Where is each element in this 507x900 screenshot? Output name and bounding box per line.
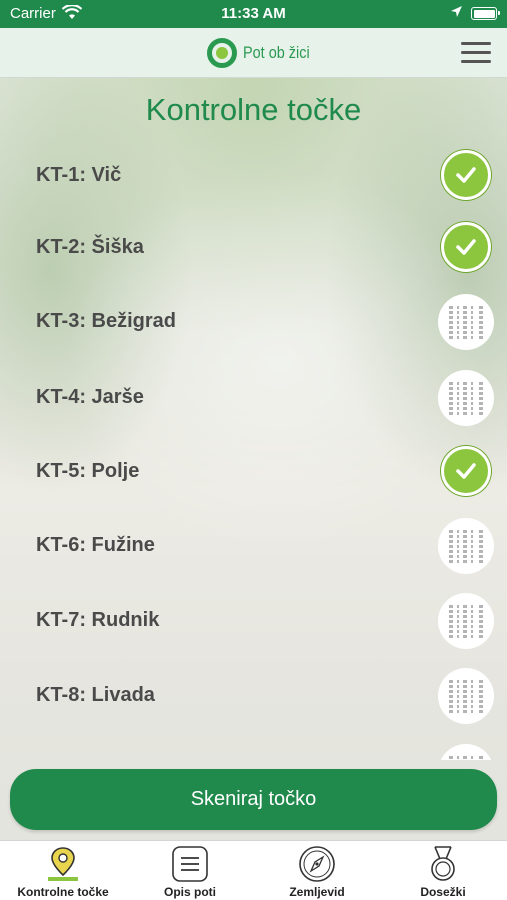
checkpoint-label: KT-8: Livada [36, 684, 155, 706]
map-pin-icon [44, 845, 82, 883]
battery-icon [471, 7, 500, 20]
qr-code-icon [438, 744, 494, 760]
tab-label: Dosežki [420, 885, 466, 899]
app-logo: Pot ob žici [207, 37, 321, 69]
qr-code-icon [438, 294, 494, 350]
checkpoint-row[interactable]: KT-1: Vič [0, 140, 507, 210]
checkpoint-row[interactable]: KT-7: Rudnik [0, 585, 507, 655]
tab-label: Opis poti [164, 885, 216, 899]
hamburger-menu-icon[interactable] [461, 42, 491, 64]
checkpoint-label: KT-1: Vič [36, 164, 122, 186]
checkpoint-row[interactable]: KT-8: Livada [0, 660, 507, 730]
tab-label: Zemljevid [289, 885, 345, 899]
check-icon [441, 150, 491, 200]
checkpoint-row[interactable]: KT-4: Jarše [0, 362, 507, 432]
checkpoint-label: KT-2: Šiška [36, 236, 144, 258]
checkpoint-row[interactable]: KT-3: Bežigrad [0, 286, 507, 356]
checkpoint-label: KT-7: Rudnik [36, 609, 160, 631]
tab-kontrolne-tocke[interactable]: Kontrolne točke [0, 845, 126, 900]
qr-code-icon [438, 593, 494, 649]
page-title: Kontrolne točke [145, 92, 362, 127]
checkpoint-row[interactable]: KT-2: Šiška [0, 212, 507, 282]
tab-dosezki[interactable]: Dosežki [380, 845, 506, 900]
logo-mark-icon [207, 38, 237, 68]
scan-point-button[interactable]: Skeniraj točko [10, 769, 497, 830]
tab-bar: Kontrolne točke Opis poti Zemljevid Dose… [0, 840, 507, 900]
checkpoint-row[interactable]: KT-5: Polje [0, 436, 507, 506]
medal-icon [424, 845, 462, 883]
checkpoint-row-partial[interactable] [0, 736, 507, 760]
tab-opis-poti[interactable]: Opis poti [127, 845, 253, 900]
checkpoint-list: KT-1: Vič KT-2: Šiška KT-3: Bežigrad KT-… [0, 140, 507, 760]
app-header: Pot ob žici [0, 28, 507, 78]
list-icon [171, 845, 209, 883]
checkpoint-label: KT-5: Polje [36, 460, 140, 482]
tab-zemljevid[interactable]: Zemljevid [254, 845, 380, 900]
check-icon [441, 446, 491, 496]
qr-code-icon [438, 518, 494, 574]
checkpoint-row[interactable]: KT-6: Fužine [0, 510, 507, 580]
logo-text: Pot ob žici [243, 43, 310, 62]
location-arrow-icon [450, 5, 463, 22]
checkpoint-label: KT-6: Fužine [36, 534, 155, 556]
check-icon [441, 222, 491, 272]
tab-label: Kontrolne točke [17, 885, 109, 899]
status-bar: Carrier 11:33 AM [0, 0, 507, 28]
compass-icon [298, 845, 336, 883]
qr-code-icon [438, 370, 494, 426]
qr-code-icon [438, 668, 494, 724]
checkpoint-label: KT-4: Jarše [36, 386, 144, 408]
clock: 11:33 AM [221, 5, 286, 22]
checkpoint-label: KT-3: Bežigrad [36, 310, 177, 332]
